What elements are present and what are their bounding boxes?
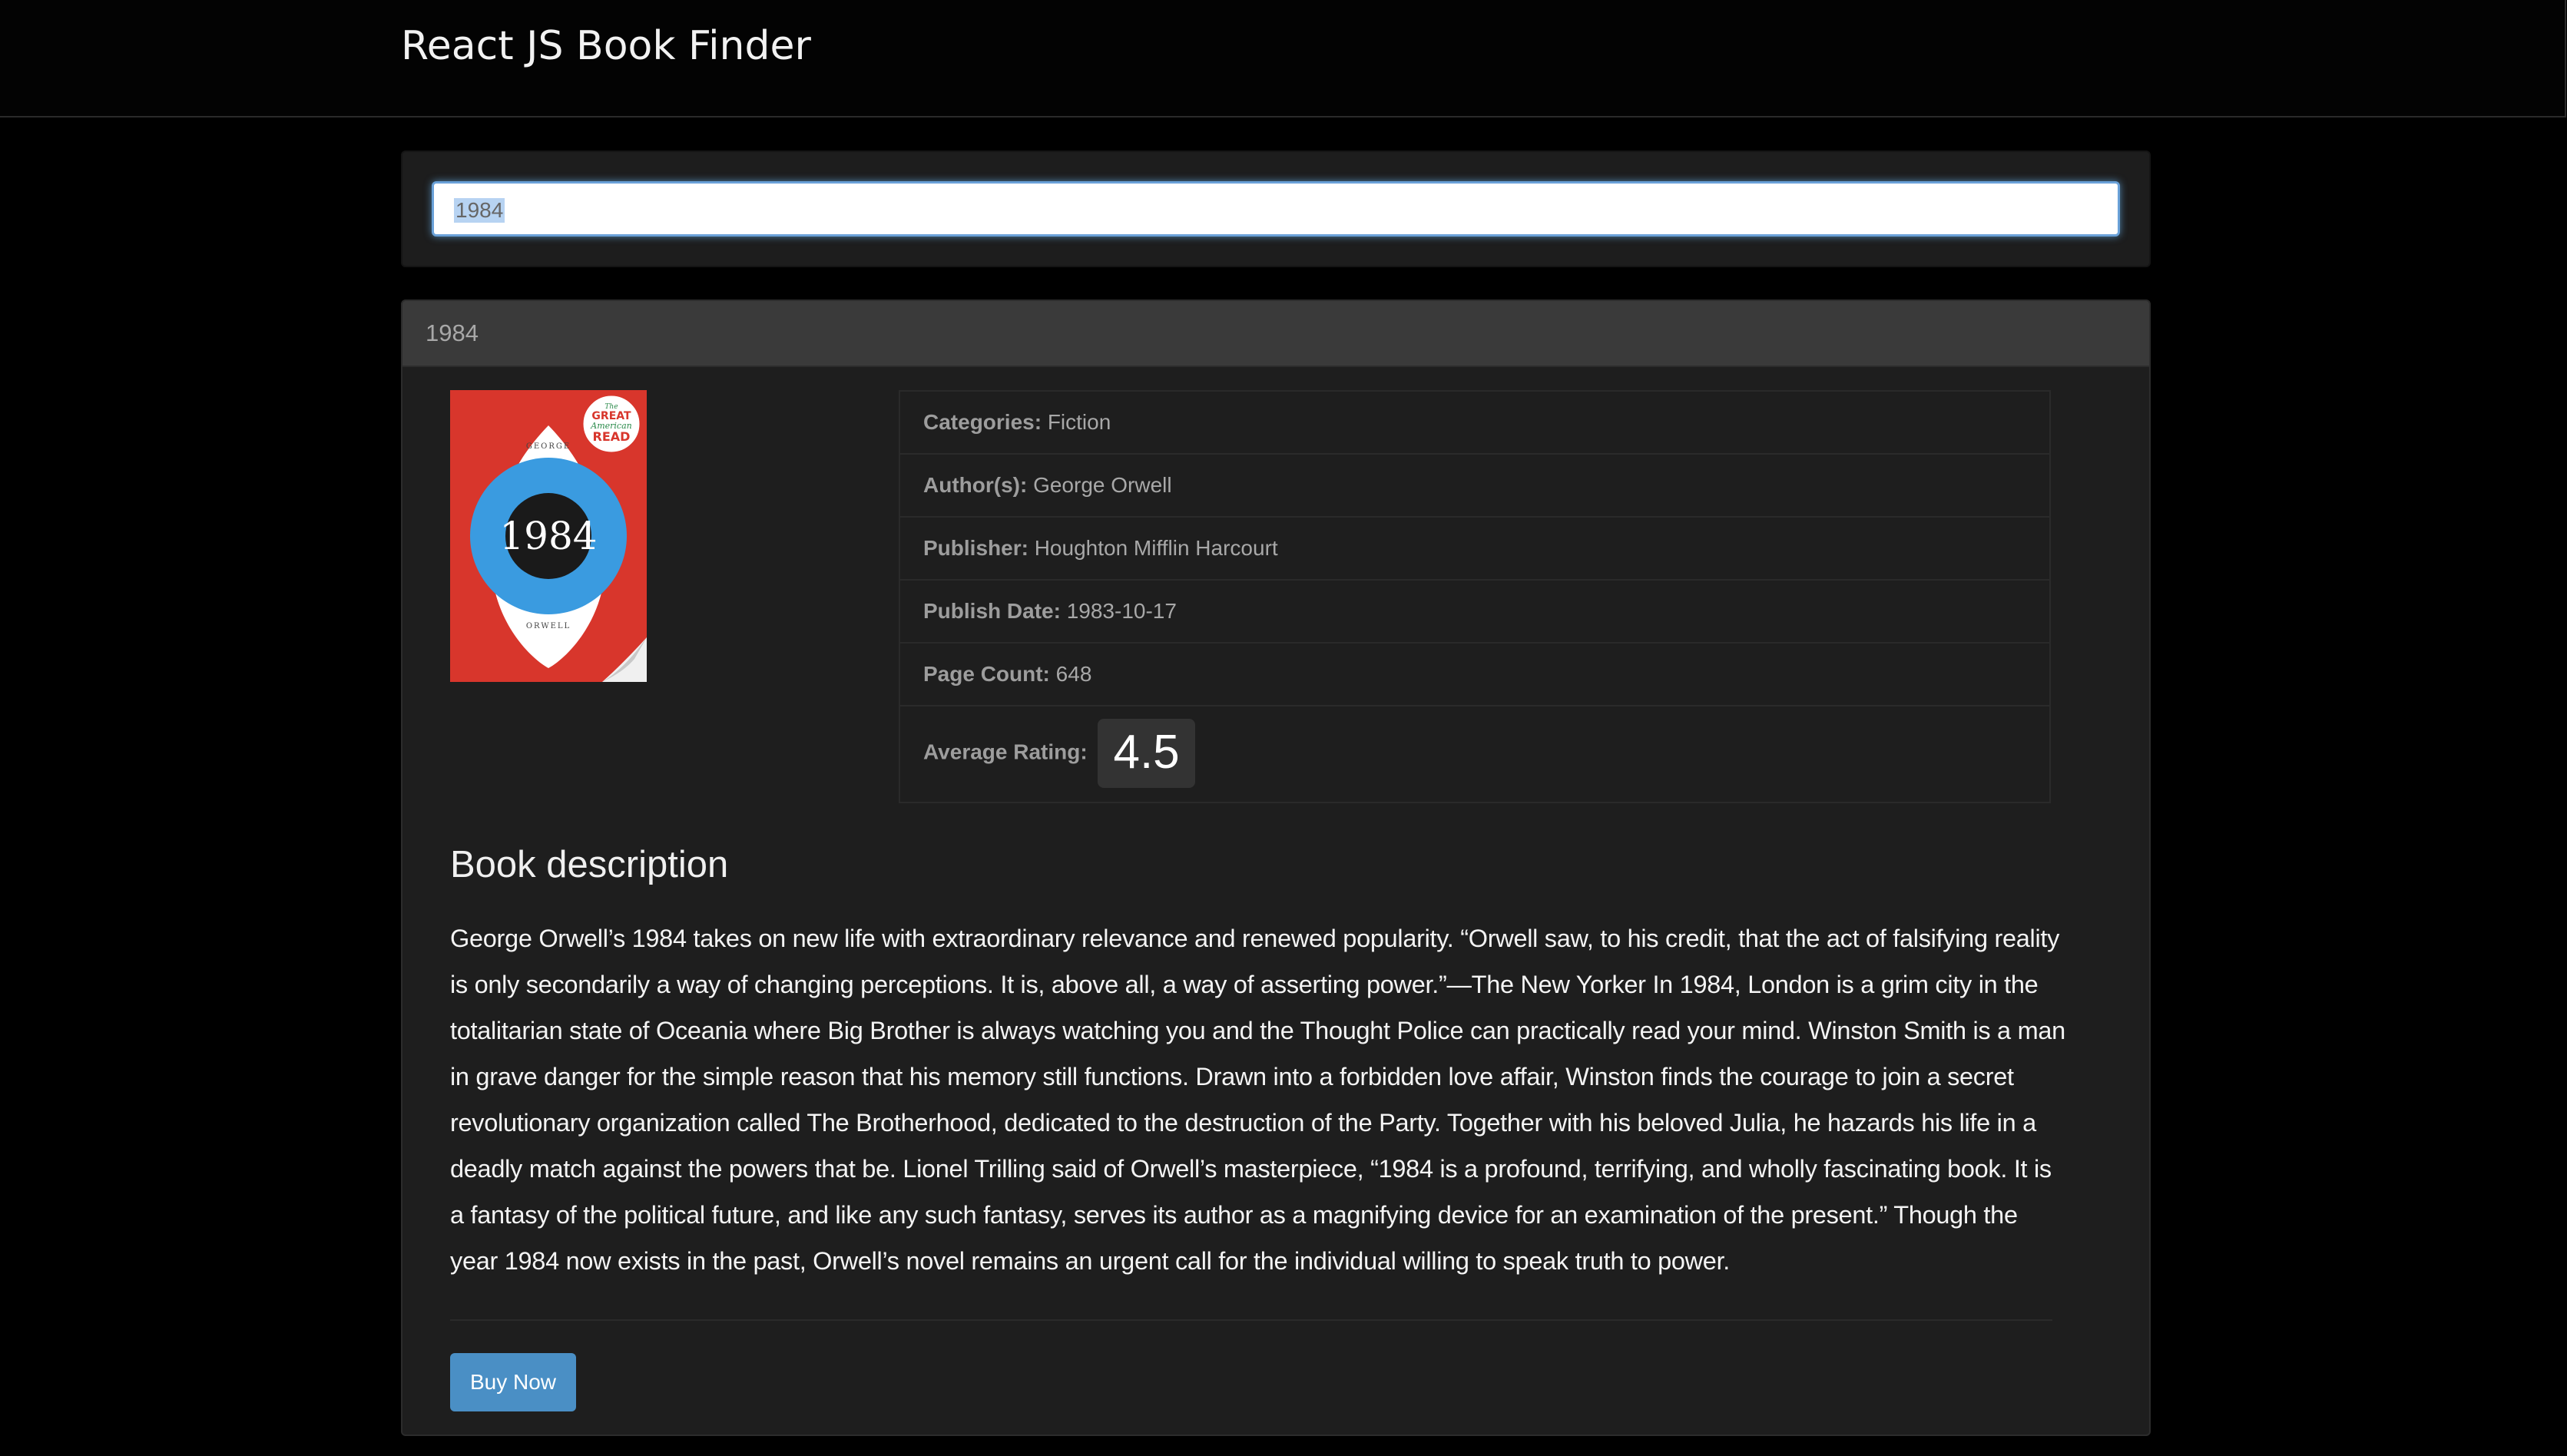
page: React JS Book Finder 1984 1984 1984 GEOR…	[0, 0, 2567, 1456]
description-heading: Book description	[450, 844, 729, 885]
publish-date-label: Publish Date:	[923, 599, 1061, 623]
categories-value: Fiction	[1047, 410, 1111, 434]
rating-badge: 4.5	[1098, 719, 1195, 788]
book-cover-image: 1984 GEORGE ORWELL The GREAT American RE…	[450, 390, 647, 682]
description-text: George Orwell’s 1984 takes on new life w…	[450, 925, 2065, 1275]
detail-publisher: Publisher: Houghton Mifflin Harcourt	[900, 518, 2049, 581]
cover-title: 1984	[499, 514, 597, 558]
panel-heading: 1984	[402, 301, 2149, 367]
authors-value: George Orwell	[1033, 473, 1172, 497]
detail-authors: Author(s): George Orwell	[900, 455, 2049, 518]
detail-page-count: Page Count: 648	[900, 644, 2049, 706]
detail-publish-date: Publish Date: 1983-10-17	[900, 581, 2049, 644]
publisher-value: Houghton Mifflin Harcourt	[1034, 536, 1278, 560]
publish-date-value: 1983-10-17	[1066, 599, 1177, 623]
book-panel: 1984 1984 GEORGE ORWELL The GREAT Americ…	[401, 299, 2151, 1436]
rating-label: Average Rating:	[923, 740, 1088, 764]
search-well: 1984	[401, 151, 2151, 267]
authors-label: Author(s):	[923, 473, 1028, 497]
book-details-list: Categories: Fiction Author(s): George Or…	[899, 390, 2051, 803]
navbar: React JS Book Finder	[0, 0, 2566, 117]
detail-categories: Categories: Fiction	[900, 392, 2049, 455]
cover-author-bottom: ORWELL	[526, 622, 571, 630]
cover-badge-line4: READ	[593, 429, 631, 444]
detail-average-rating: Average Rating: 4.5	[900, 706, 2049, 805]
page-count-label: Page Count:	[923, 662, 1050, 686]
page-count-value: 648	[1055, 662, 1092, 686]
cover-author-top: GEORGE	[526, 442, 571, 451]
book-title: 1984	[426, 319, 479, 346]
search-input[interactable]: 1984	[432, 181, 2120, 237]
publisher-label: Publisher:	[923, 536, 1028, 560]
buy-now-button[interactable]: Buy Now	[450, 1353, 576, 1411]
divider	[450, 1319, 2052, 1321]
search-input-value: 1984	[454, 198, 505, 223]
categories-label: Categories:	[923, 410, 1042, 434]
brand-title[interactable]: React JS Book Finder	[401, 23, 811, 69]
